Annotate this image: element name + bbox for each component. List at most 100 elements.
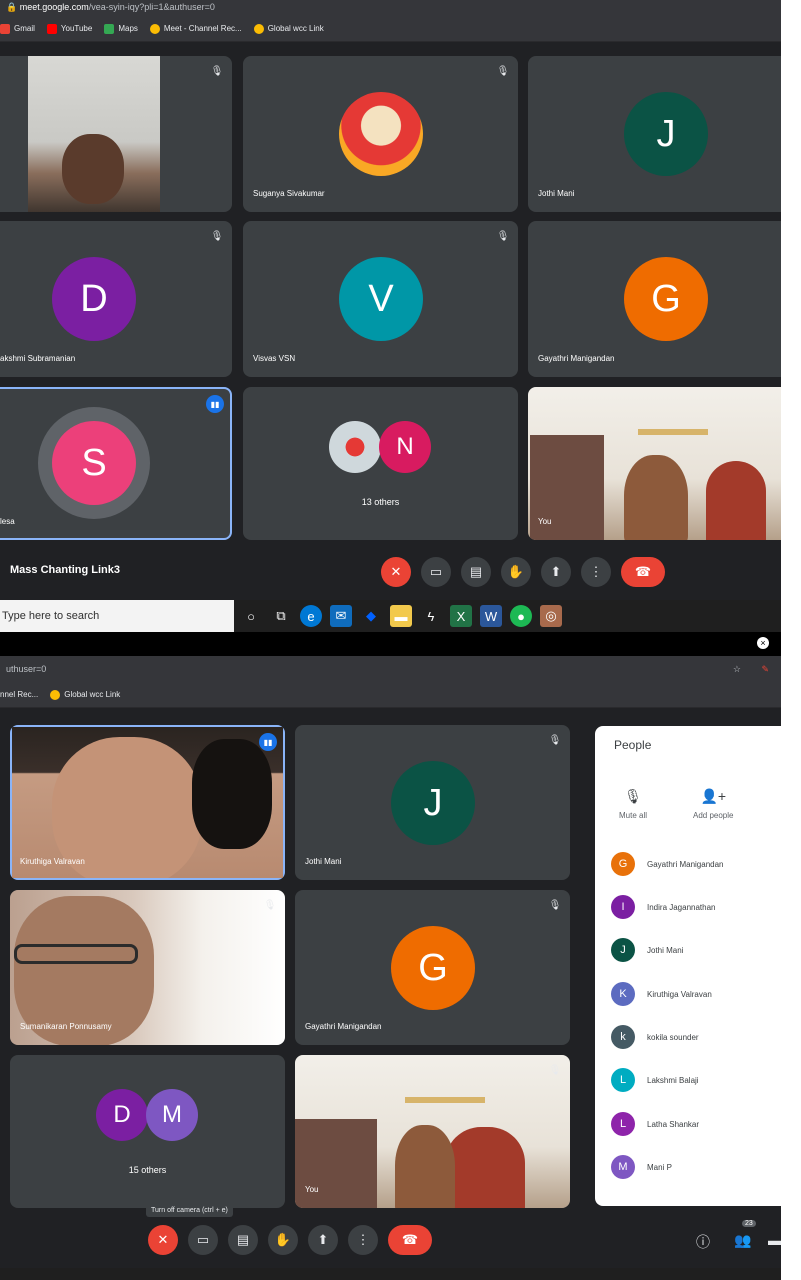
- participant-avatar: G: [624, 257, 708, 341]
- participant-avatar: D: [52, 257, 136, 341]
- bookmark-global-wcc[interactable]: Global wcc Link: [253, 23, 324, 34]
- participant-tile[interactable]: J 🎙 Jothi Mani: [295, 725, 570, 880]
- winamp-icon[interactable]: ϟ: [420, 605, 442, 627]
- star-icon[interactable]: ☆: [733, 656, 741, 682]
- add-people-button[interactable]: 👤+ Add people: [693, 788, 733, 820]
- participant-tile[interactable]: 🎙 Sumanikaran Ponnusamy: [10, 890, 285, 1045]
- present-icon: ⬆: [317, 1232, 329, 1247]
- participant-photo: [329, 421, 381, 473]
- leave-call-button[interactable]: ☎: [388, 1225, 432, 1255]
- others-tile[interactable]: D M 15 others: [10, 1055, 285, 1208]
- bookmark-meet[interactable]: Meet - Channel Rec...: [149, 23, 242, 34]
- task-view-icon[interactable]: ⧉: [270, 605, 292, 627]
- participant-name: Kiruthiga Valravan: [20, 857, 85, 866]
- self-tile[interactable]: 🎙 You: [295, 1055, 570, 1208]
- title-strip: ×: [0, 632, 781, 656]
- participant-name: lesa: [0, 517, 15, 526]
- participant-tile[interactable]: G 🎙 Gayathri Manigandan: [295, 890, 570, 1045]
- present-button[interactable]: ⬆: [308, 1225, 338, 1255]
- participant-name: Gayathri Manigandan: [647, 859, 724, 869]
- dropbox-icon[interactable]: ◆: [360, 605, 382, 627]
- close-icon[interactable]: ×: [757, 637, 769, 649]
- meet-window-top: 🔒 meet.google.com/vea-syin-iqy?pli=1&aut…: [0, 0, 781, 632]
- people-list-item[interactable]: k kokila sounder: [611, 1025, 699, 1049]
- participant-tile[interactable]: D 🎙 akshmi Subramanian: [0, 221, 232, 377]
- participant-name: Latha Shankar: [647, 1119, 700, 1129]
- people-panel-title: People: [614, 738, 652, 752]
- info-icon[interactable]: ⓘ: [696, 1232, 710, 1252]
- mic-toggle-button[interactable]: ✕: [381, 557, 411, 587]
- captions-button[interactable]: ▤: [461, 557, 491, 587]
- people-list-item[interactable]: K Kiruthiga Valravan: [611, 982, 712, 1006]
- bookmark-meet[interactable]: nnel Rec...: [0, 690, 38, 699]
- participant-avatar: N: [379, 421, 431, 473]
- others-tile[interactable]: N 13 others: [243, 387, 518, 540]
- face-shape: [62, 134, 124, 204]
- spotify-icon[interactable]: ●: [510, 605, 532, 627]
- others-count: 13 others: [361, 497, 400, 507]
- captions-button[interactable]: ▤: [228, 1225, 258, 1255]
- present-icon: ⬆: [550, 564, 562, 579]
- participant-tile[interactable]: J Jothi Mani: [528, 56, 781, 212]
- word-icon[interactable]: W: [480, 605, 502, 627]
- mic-toggle-button[interactable]: ✕: [148, 1225, 178, 1255]
- glasses-shape: [14, 944, 138, 964]
- bookmark-maps[interactable]: Maps: [104, 23, 138, 34]
- mute-all-button[interactable]: 🎙 Mute all: [619, 788, 647, 820]
- participant-tile[interactable]: V 🎙 Visvas VSN: [243, 221, 518, 377]
- participant-name: Suganya Sivakumar: [253, 189, 325, 198]
- door-shape: [445, 1127, 525, 1208]
- door-shape: [706, 461, 766, 540]
- self-tile[interactable]: You: [528, 387, 781, 540]
- bookmark-global-wcc[interactable]: Global wcc Link: [50, 689, 120, 700]
- mail-icon[interactable]: ✉: [330, 605, 352, 627]
- meeting-title: Mass Chanting Link3: [10, 564, 121, 576]
- people-list-item[interactable]: L Lakshmi Balaji: [611, 1068, 699, 1092]
- people-list-item[interactable]: M Mani P: [611, 1155, 672, 1179]
- participant-name: Sumanikaran Ponnusamy: [20, 1022, 112, 1031]
- hang-up-icon: ☎: [401, 1232, 419, 1247]
- raise-hand-button[interactable]: ✋: [501, 557, 531, 587]
- edge-icon[interactable]: e: [300, 605, 322, 627]
- camera-toggle-button[interactable]: ▭: [421, 557, 451, 587]
- raise-hand-button[interactable]: ✋: [268, 1225, 298, 1255]
- file-explorer-icon[interactable]: ▬: [390, 605, 412, 627]
- leave-call-button[interactable]: ☎: [621, 557, 665, 587]
- people-list-item[interactable]: J Jothi Mani: [611, 938, 683, 962]
- address-bar[interactable]: uthuser=0 ☆ ✎: [0, 656, 781, 682]
- participant-avatar: S: [52, 421, 136, 505]
- participant-tile[interactable]: 🎙 Suganya Sivakumar: [243, 56, 518, 212]
- people-list-item[interactable]: G Gayathri Manigandan: [611, 852, 724, 876]
- cortana-icon[interactable]: ○: [240, 605, 262, 627]
- furniture-shape: [295, 1119, 377, 1208]
- address-bar[interactable]: 🔒 meet.google.com/vea-syin-iqy?pli=1&aut…: [0, 0, 781, 16]
- participant-avatar: G: [611, 852, 635, 876]
- url-path: uthuser=0: [6, 664, 47, 674]
- more-options-button[interactable]: ⋮: [581, 557, 611, 587]
- audio-level-icon: ▮▮: [259, 733, 277, 751]
- camera-toggle-button[interactable]: ▭: [188, 1225, 218, 1255]
- bookmark-youtube[interactable]: YouTube: [46, 23, 92, 34]
- participant-tile[interactable]: 🎙: [0, 56, 232, 212]
- people-list-item[interactable]: I Indira Jagannathan: [611, 895, 716, 919]
- mic-off-icon: 🎙: [548, 1064, 562, 1076]
- more-vert-icon: ⋮: [356, 1232, 370, 1247]
- participant-tile[interactable]: G Gayathri Manigandan: [528, 221, 781, 377]
- chrome-icon: [50, 689, 61, 700]
- people-icon[interactable]: 👥: [734, 1232, 751, 1249]
- participant-tile-speaking[interactable]: ▮▮ Kiruthiga Valravan: [10, 725, 285, 880]
- extension-icon[interactable]: ✎: [761, 656, 769, 682]
- present-button[interactable]: ⬆: [541, 557, 571, 587]
- excel-icon[interactable]: X: [450, 605, 472, 627]
- chat-icon[interactable]: ▬: [768, 1232, 781, 1248]
- taskbar-search-input[interactable]: Type here to search: [0, 600, 234, 632]
- participant-tile-speaking[interactable]: S ▮▮ lesa: [0, 387, 232, 540]
- chrome-icon[interactable]: ◎: [540, 605, 562, 627]
- bookmark-gmail[interactable]: Gmail: [0, 23, 35, 34]
- participant-name: Lakshmi Balaji: [647, 1075, 699, 1085]
- camera-tooltip: Turn off camera (ctrl + e): [146, 1204, 233, 1217]
- people-list-item[interactable]: L Latha Shankar: [611, 1112, 699, 1136]
- participant-name: Jothi Mani: [538, 189, 575, 198]
- mic-off-icon: 🎙: [548, 899, 562, 911]
- more-options-button[interactable]: ⋮: [348, 1225, 378, 1255]
